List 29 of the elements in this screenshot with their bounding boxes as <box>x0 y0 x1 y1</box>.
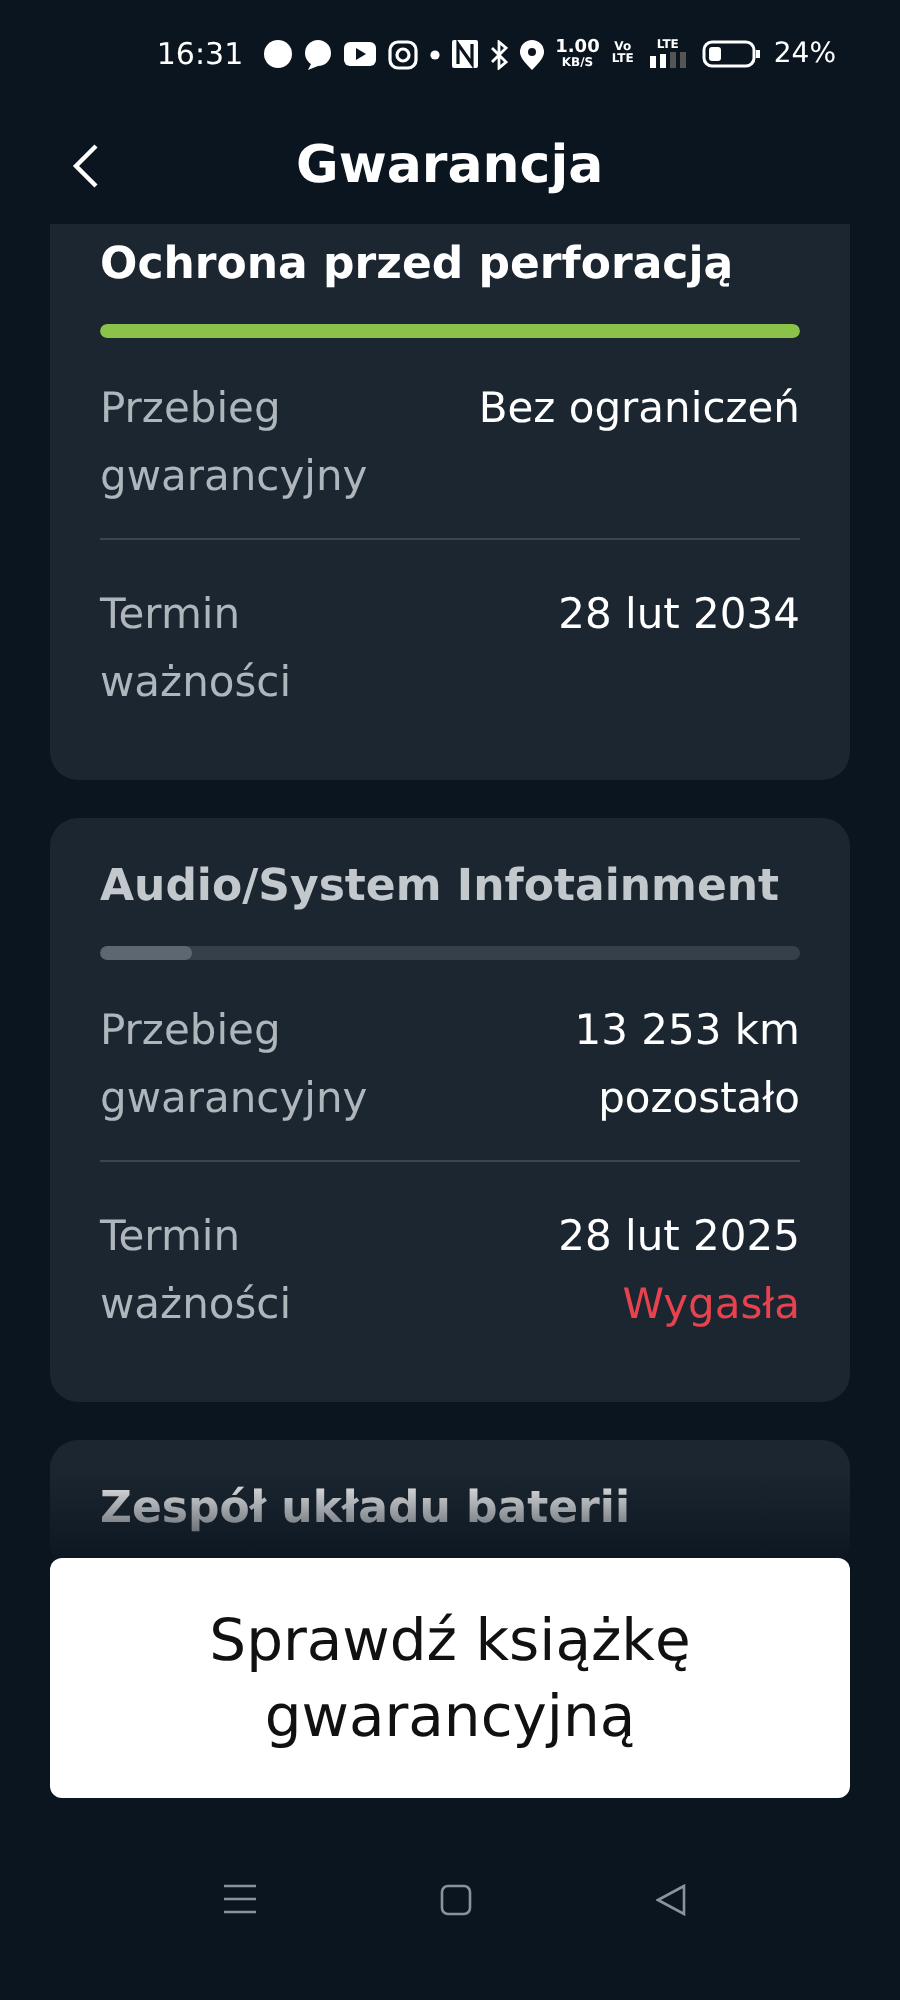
camera-icon <box>387 39 418 69</box>
bluetooth-icon <box>489 39 508 69</box>
battery-percent: 24% <box>773 38 836 70</box>
home-icon[interactable] <box>440 1883 472 1915</box>
clock: 16:31 <box>156 36 244 72</box>
row-label: Termin ważności <box>100 1210 294 1332</box>
play-icon <box>343 42 376 66</box>
card-title: Audio/System Infotainment <box>100 862 782 912</box>
row-label: Przebieg gwarancyjny <box>100 1004 370 1126</box>
card-title: Ochrona przed perforacją <box>100 240 736 290</box>
battery-icon <box>701 40 762 68</box>
row-value: 28 lut 2025 Wygasła <box>556 1210 800 1332</box>
page-title: Gwarancja <box>296 136 604 196</box>
row-value: 13 253 km pozostało <box>572 1004 800 1126</box>
nfc-icon <box>451 40 478 68</box>
row-label: Termin ważności <box>100 588 294 710</box>
row-value: Bez ograniczeń <box>478 382 800 436</box>
row-label: Przebieg gwarancyjny <box>100 382 370 504</box>
menu-icon[interactable] <box>224 1884 256 1914</box>
row-value: 28 lut 2034 <box>558 588 800 642</box>
location-icon <box>519 39 544 69</box>
circle-app-icon <box>263 40 292 68</box>
card-title: Zespół układu baterii <box>100 1484 632 1534</box>
chat-bubble-icon <box>303 39 332 69</box>
signal-icon <box>645 52 690 68</box>
expired-status: Wygasła <box>622 1280 800 1328</box>
check-warranty-book-button[interactable]: Sprawdź książkę gwarancyjną <box>50 1558 850 1798</box>
dot-icon <box>429 49 440 59</box>
back-icon[interactable] <box>656 1883 688 1915</box>
